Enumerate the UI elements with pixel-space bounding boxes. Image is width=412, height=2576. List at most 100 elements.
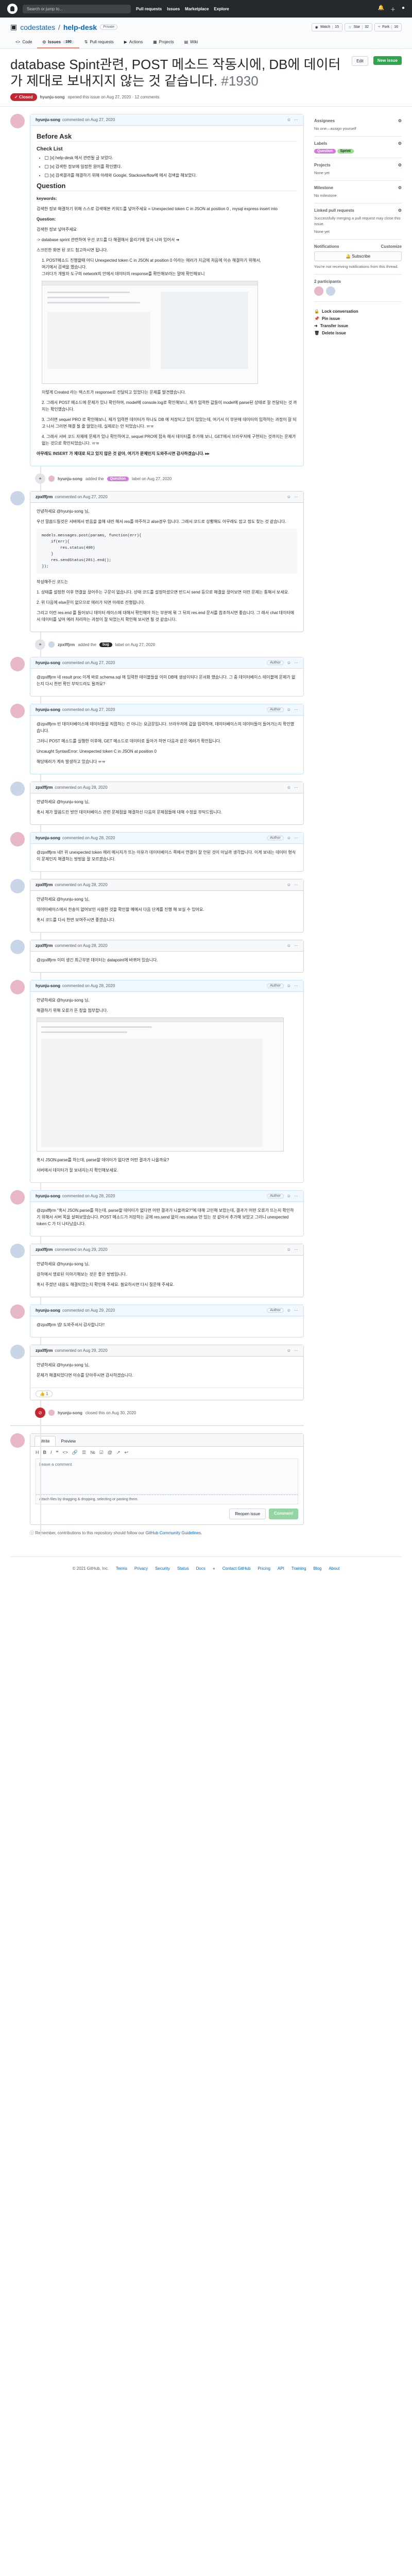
comment-date[interactable]: commented on Aug 28, 2020	[55, 943, 107, 948]
mention-icon[interactable]: @	[108, 1450, 112, 1455]
new-issue-button[interactable]: New issue	[373, 56, 402, 65]
comment-author[interactable]: zpxlffjrm	[36, 1247, 53, 1252]
comment-author[interactable]: hyunju-song	[36, 1194, 60, 1198]
nav-issues[interactable]: Issues	[167, 7, 180, 11]
smiley-icon[interactable]: ☺	[287, 1308, 291, 1313]
comment-date[interactable]: commented on Aug 28, 2020	[55, 785, 107, 790]
projects-section[interactable]: Projects ⚙ None yet	[314, 158, 402, 181]
fork-button[interactable]: ⑂ Fork 16	[374, 23, 402, 31]
tab-issues[interactable]: ⊙ Issues 190	[37, 37, 79, 48]
comment-date[interactable]: commented on Aug 28, 2020	[62, 984, 115, 988]
avatar[interactable]	[10, 1244, 25, 1258]
github-logo-icon[interactable]	[7, 4, 18, 14]
footer-link[interactable]: Blog	[313, 1566, 321, 1571]
label-sprint[interactable]: Sprint	[337, 149, 354, 154]
kebab-icon[interactable]: ···	[294, 660, 298, 665]
tab-actions[interactable]: ▶ Actions	[119, 37, 148, 48]
footer-link[interactable]: Terms	[116, 1566, 127, 1571]
kebab-icon[interactable]: ···	[294, 883, 298, 887]
customize-link[interactable]: Customize	[381, 244, 402, 249]
screenshot-image[interactable]	[42, 281, 258, 384]
watch-button[interactable]: ◉ Watch 15	[311, 23, 343, 31]
linked-prs-section[interactable]: Linked pull requests ⚙ Successfully mergi…	[314, 204, 402, 240]
smiley-icon[interactable]: ☺	[287, 707, 291, 712]
comment-author[interactable]: zpxlffjrm	[36, 883, 53, 887]
comment-textarea[interactable]: Leave a comment	[36, 1459, 298, 1495]
reference-icon[interactable]: ↗	[116, 1450, 121, 1455]
heading-icon[interactable]: H	[36, 1450, 39, 1455]
kebab-icon[interactable]: ···	[294, 785, 298, 790]
transfer-issue-button[interactable]: ➜ Transfer issue	[314, 324, 402, 328]
comment-date[interactable]: commented on Aug 27, 2020	[62, 707, 115, 712]
footer-link[interactable]: About	[329, 1566, 339, 1571]
avatar[interactable]	[48, 641, 55, 648]
label-question[interactable]: Question	[107, 476, 129, 481]
comment-author[interactable]: hyunju-song	[36, 707, 60, 712]
footer-link[interactable]: Contact GitHub	[222, 1566, 251, 1571]
task-list-icon[interactable]: ☑	[99, 1450, 104, 1455]
kebab-icon[interactable]: ···	[294, 943, 298, 948]
bold-icon[interactable]: B	[43, 1450, 47, 1455]
kebab-icon[interactable]: ···	[294, 117, 298, 122]
link-icon[interactable]: 🔗	[72, 1450, 78, 1455]
footer-link[interactable]: Security	[155, 1566, 170, 1571]
kebab-icon[interactable]: ···	[294, 1308, 298, 1313]
kebab-icon[interactable]: ···	[294, 836, 298, 840]
comment-author[interactable]: zpxlffjrm	[36, 785, 53, 790]
comment-date[interactable]: commented on Aug 29, 2020	[62, 1308, 115, 1313]
comment-date[interactable]: commented on Aug 27, 2020	[55, 495, 107, 499]
guidelines-link[interactable]: GitHub Community Guidelines.	[146, 1531, 202, 1535]
label-bug[interactable]: bug	[99, 642, 112, 647]
repo-owner-link[interactable]: codestates	[20, 23, 55, 31]
smiley-icon[interactable]: ☺	[287, 1247, 291, 1252]
comment-button[interactable]: Comment	[269, 1509, 298, 1519]
smiley-icon[interactable]: ☺	[287, 883, 291, 887]
delete-issue-button[interactable]: 🗑 Delete issue	[314, 331, 402, 335]
gear-icon[interactable]: ⚙	[398, 141, 402, 146]
comment-author[interactable]: zpxlffjrm	[36, 1348, 53, 1353]
labels-section[interactable]: Labels ⚙ Question Sprint	[314, 137, 402, 158]
avatar[interactable]	[10, 704, 25, 718]
kebab-icon[interactable]: ···	[294, 984, 298, 988]
smiley-icon[interactable]: ☺	[287, 785, 291, 790]
comment-author[interactable]: zpxlffjrm	[36, 495, 53, 499]
comment-author[interactable]: hyunju-song	[36, 117, 60, 122]
smiley-icon[interactable]: ☺	[287, 836, 291, 840]
tab-preview[interactable]: Preview	[56, 1436, 81, 1446]
tab-code[interactable]: <> Code	[10, 37, 37, 48]
subscribe-button[interactable]: 🔔 Subscribe	[314, 251, 402, 261]
assignees-section[interactable]: Assignees ⚙ No one—assign yourself	[314, 114, 402, 137]
gear-icon[interactable]: ⚙	[398, 118, 402, 123]
comment-date[interactable]: commented on Aug 27, 2020	[62, 660, 115, 665]
lock-conversation-button[interactable]: 🔒 Lock conversation	[314, 309, 402, 314]
comment-author[interactable]: hyunju-song	[36, 836, 60, 840]
footer-link[interactable]: Status	[177, 1566, 189, 1571]
issue-author[interactable]: hyunju-song	[40, 95, 65, 99]
tab-write[interactable]: Write	[35, 1436, 56, 1446]
tab-pull-requests[interactable]: ⇅ Pull requests	[79, 37, 119, 48]
bell-icon[interactable]: 🔔	[378, 5, 384, 13]
comment-author[interactable]: hyunju-song	[36, 984, 60, 988]
label-question[interactable]: Question	[314, 149, 336, 154]
smiley-icon[interactable]: ☺	[287, 660, 291, 665]
avatar[interactable]	[326, 286, 336, 296]
thumbs-up-reaction[interactable]: 👍 1	[36, 1391, 53, 1397]
avatar[interactable]	[10, 114, 25, 128]
avatar[interactable]	[10, 879, 25, 893]
smiley-icon[interactable]: ☺	[287, 117, 291, 122]
event-actor[interactable]: hyunju-song	[58, 477, 82, 481]
avatar[interactable]	[10, 1304, 25, 1319]
comment-author[interactable]: zpxlffjrm	[36, 943, 53, 948]
pin-issue-button[interactable]: 📌 Pin issue	[314, 316, 402, 321]
comment-author[interactable]: hyunju-song	[36, 1308, 60, 1313]
kebab-icon[interactable]: ···	[294, 1348, 298, 1353]
screenshot-image[interactable]	[37, 1018, 284, 1151]
github-mark-icon[interactable]: ●	[213, 1566, 215, 1571]
smiley-icon[interactable]: ☺	[287, 984, 291, 988]
star-button[interactable]: ☆ Star 32	[345, 23, 372, 31]
search-input[interactable]: Search or jump to...	[23, 4, 131, 13]
event-actor[interactable]: zpxlffjrm	[58, 642, 75, 647]
avatar[interactable]	[48, 1410, 55, 1416]
footer-link[interactable]: Training	[291, 1566, 306, 1571]
nav-explore[interactable]: Explore	[214, 7, 229, 11]
